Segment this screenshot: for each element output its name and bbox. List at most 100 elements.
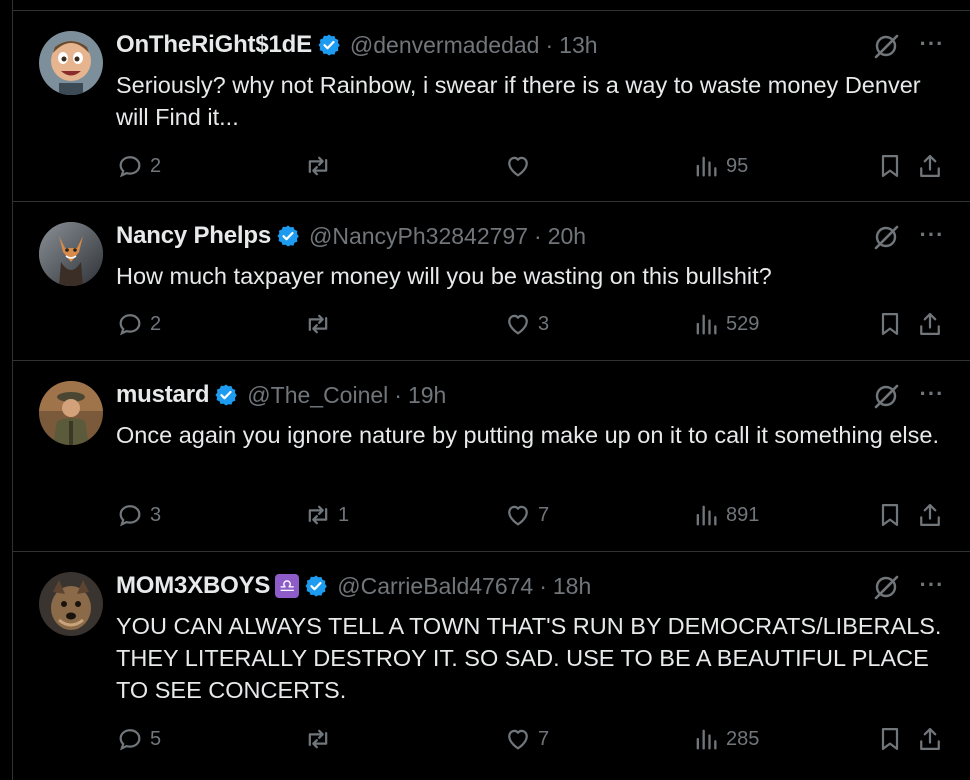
reply-feed: OnTheRiGht$1dE @denvermadedad · 13h ··· … <box>12 0 970 780</box>
retweet-button[interactable] <box>304 149 338 183</box>
like-count: 7 <box>538 503 550 526</box>
like-button[interactable] <box>504 149 538 183</box>
grok-icon[interactable] <box>871 572 901 602</box>
view-count: 891 <box>726 503 760 526</box>
reply-count: 2 <box>150 312 162 335</box>
heart-icon <box>508 314 528 335</box>
author-name[interactable]: Nancy Phelps <box>116 222 271 250</box>
author-name[interactable]: OnTheRiGht$1dE <box>116 31 312 59</box>
retweet-button[interactable] <box>304 722 338 756</box>
retweet-icon <box>308 314 328 334</box>
separator-dot: · <box>545 31 554 58</box>
views-bar-chart-icon <box>696 314 717 335</box>
action-bar: 2 3 529 <box>116 307 946 341</box>
action-bar: 2 95 <box>116 149 946 183</box>
like-button[interactable]: 3 <box>504 307 549 341</box>
heart-icon <box>508 156 528 177</box>
verified-badge-icon <box>276 224 300 248</box>
like-button[interactable]: 7 <box>504 498 549 532</box>
retweet-icon <box>308 156 328 176</box>
grok-icon[interactable] <box>871 381 901 411</box>
reply-button[interactable]: 5 <box>116 722 161 756</box>
libra-zodiac-icon: ♎ <box>275 574 300 598</box>
tweet[interactable]: MOM3XBOYS ♎ @CarrieBald47674 · 18h ··· Y… <box>13 551 970 780</box>
bookmark-icon <box>881 727 899 751</box>
fox-avatar-icon <box>39 222 103 286</box>
bookmark-icon <box>881 312 899 336</box>
views-button[interactable]: 95 <box>692 149 748 183</box>
share-icon <box>920 727 940 751</box>
timestamp[interactable]: 18h <box>553 573 591 600</box>
share-button[interactable] <box>916 149 944 183</box>
like-button[interactable]: 7 <box>504 722 549 756</box>
views-bar-chart-icon <box>696 156 717 177</box>
bookmark-icon <box>881 503 899 527</box>
retweet-button[interactable]: 1 <box>304 498 349 532</box>
share-icon <box>920 154 940 178</box>
like-count: 7 <box>538 727 550 750</box>
author-handle[interactable]: @CarrieBald47674 <box>337 573 533 600</box>
share-icon <box>920 312 940 336</box>
bookmark-icon <box>881 154 899 178</box>
reply-count: 3 <box>150 503 162 526</box>
reply-icon <box>119 156 141 178</box>
dog-avatar-icon <box>39 572 103 636</box>
grok-icon[interactable] <box>871 31 901 61</box>
more-options-icon[interactable]: ··· <box>917 572 947 602</box>
tweet[interactable]: mustard @The_Coinel · 19h ··· Once again… <box>13 360 970 551</box>
tweet-text: Seriously? why not Rainbow, i swear if t… <box>116 72 921 130</box>
view-count: 529 <box>726 312 760 335</box>
reply-count: 5 <box>150 727 162 750</box>
tweet[interactable]: OnTheRiGht$1dE @denvermadedad · 13h ··· … <box>13 10 970 201</box>
bookmark-button[interactable] <box>876 498 904 532</box>
author-handle[interactable]: @The_Coinel <box>247 382 388 409</box>
reply-button[interactable]: 2 <box>116 307 161 341</box>
cartoon-face-avatar-icon <box>39 31 103 95</box>
author-name[interactable]: MOM3XBOYS <box>116 572 270 600</box>
view-count: 95 <box>726 154 749 177</box>
share-button[interactable] <box>916 307 944 341</box>
bookmark-button[interactable] <box>876 722 904 756</box>
retweet-icon <box>308 729 328 749</box>
more-options-icon[interactable]: ··· <box>917 31 947 61</box>
share-button[interactable] <box>916 722 944 756</box>
reply-count: 2 <box>150 154 162 177</box>
author-handle[interactable]: @NancyPh32842797 <box>309 223 528 250</box>
author-name[interactable]: mustard <box>116 381 209 409</box>
action-bar: 3 1 7 891 <box>116 498 946 532</box>
reply-icon <box>119 505 141 527</box>
retweet-button[interactable] <box>304 307 338 341</box>
reply-button[interactable]: 2 <box>116 149 161 183</box>
share-button[interactable] <box>916 498 944 532</box>
reply-button[interactable]: 3 <box>116 498 161 532</box>
avatar[interactable] <box>39 572 103 636</box>
avatar[interactable] <box>39 222 103 286</box>
heart-icon <box>508 505 528 526</box>
reply-icon <box>119 314 141 336</box>
author-handle[interactable]: @denvermadedad <box>350 32 540 59</box>
avatar[interactable] <box>39 31 103 95</box>
bookmark-button[interactable] <box>876 149 904 183</box>
views-button[interactable]: 529 <box>692 307 759 341</box>
timestamp[interactable]: 13h <box>559 32 597 59</box>
views-bar-chart-icon <box>696 505 717 526</box>
soldier-avatar-icon <box>39 381 103 445</box>
bookmark-button[interactable] <box>876 307 904 341</box>
reply-icon <box>119 729 141 751</box>
tweet[interactable]: Nancy Phelps @NancyPh32842797 · 20h ··· … <box>13 201 970 360</box>
more-options-icon[interactable]: ··· <box>917 222 947 252</box>
separator-dot: · <box>394 381 402 408</box>
verified-badge-icon <box>304 574 328 598</box>
avatar[interactable] <box>39 381 103 445</box>
more-options-icon[interactable]: ··· <box>917 381 947 411</box>
timestamp[interactable]: 20h <box>548 223 586 250</box>
share-icon <box>920 503 940 527</box>
views-button[interactable]: 891 <box>692 498 759 532</box>
like-count: 3 <box>538 312 550 335</box>
views-button[interactable]: 285 <box>692 722 759 756</box>
separator-dot: · <box>534 222 542 249</box>
grok-icon[interactable] <box>871 222 901 252</box>
retweet-icon <box>308 505 328 525</box>
timestamp[interactable]: 19h <box>408 382 446 409</box>
tweet-text: Once again you ignore nature by putting … <box>116 422 939 448</box>
